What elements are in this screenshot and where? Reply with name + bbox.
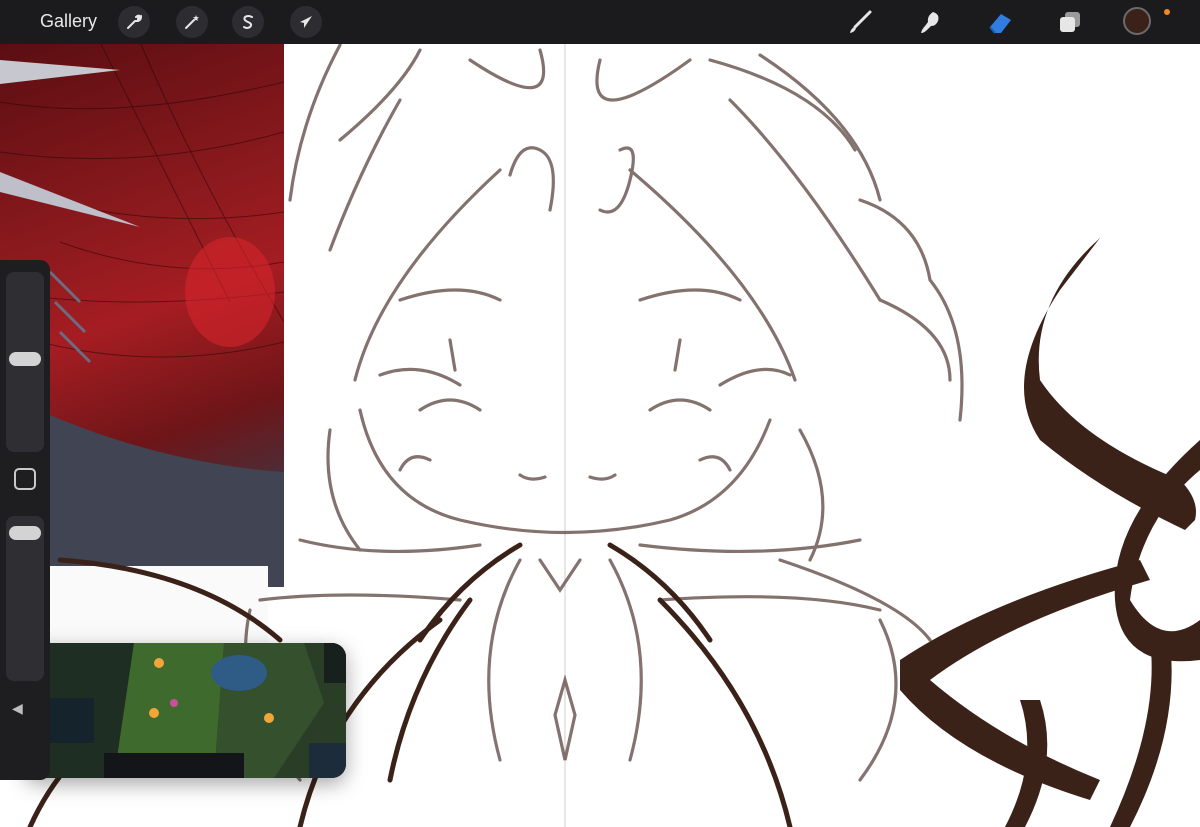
- brush-icon: [850, 10, 872, 33]
- transform-button[interactable]: [290, 6, 322, 38]
- opacity-thumb[interactable]: [9, 526, 41, 541]
- adjustments-button[interactable]: [176, 6, 208, 38]
- actions-button[interactable]: [118, 6, 150, 38]
- wrench-icon: [127, 14, 143, 29]
- eraser-icon: [989, 14, 1011, 34]
- undo-arrow-icon[interactable]: ◀: [12, 700, 23, 717]
- brush-size-thumb[interactable]: [9, 351, 41, 366]
- opacity-slider[interactable]: [6, 516, 44, 681]
- picture-in-picture-video[interactable]: [24, 643, 346, 778]
- modify-button[interactable]: [14, 468, 36, 490]
- gallery-button[interactable]: Gallery: [40, 11, 97, 32]
- color-picker-swatch[interactable]: [1123, 7, 1151, 35]
- magic-wand-icon: [185, 15, 199, 29]
- brush-tool-button[interactable]: [844, 6, 876, 38]
- layers-button[interactable]: [1054, 6, 1086, 38]
- layers-icon: [1060, 12, 1080, 32]
- smudge-tool-button[interactable]: [914, 6, 946, 38]
- left-sidebar: ◀: [0, 260, 50, 780]
- top-toolbar: Gallery: [0, 0, 1200, 44]
- brush-size-slider[interactable]: [6, 272, 44, 452]
- selection-s-icon: [243, 15, 253, 29]
- drawing-canvas[interactable]: [0, 0, 1200, 827]
- eraser-tool-button[interactable]: [984, 6, 1016, 38]
- smudge-icon: [921, 12, 939, 33]
- selection-button[interactable]: [232, 6, 264, 38]
- arrow-cursor-icon: [300, 16, 312, 28]
- recording-indicator: [1164, 9, 1170, 15]
